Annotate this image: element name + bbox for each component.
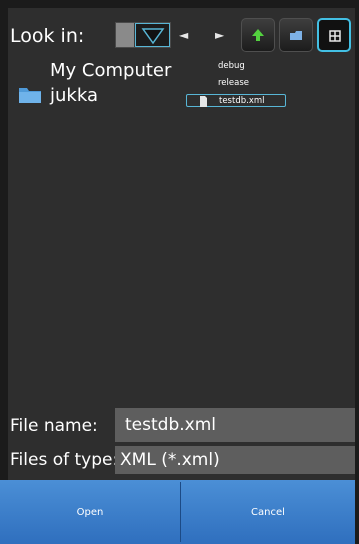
open-button[interactable]: Open (0, 480, 180, 544)
list-view-icon (329, 30, 341, 42)
folder-icon (19, 88, 41, 103)
list-item-testdb[interactable]: testdb.xml (186, 94, 286, 107)
tree-item-jukka[interactable]: jukka (18, 84, 98, 107)
dropdown-button[interactable] (135, 23, 170, 47)
file-type-select[interactable]: XML (*.xml) (115, 446, 355, 474)
tree-item-my-computer[interactable]: My Computer (50, 60, 171, 82)
action-divider (180, 482, 181, 542)
look-in-current (116, 23, 134, 47)
list-view-button[interactable] (317, 18, 351, 52)
chevron-down-icon (141, 28, 165, 45)
tree-item-label: jukka (50, 85, 98, 106)
list-item-debug[interactable]: debug (186, 60, 286, 73)
list-item-label: release (218, 78, 249, 88)
forward-button[interactable]: ► (215, 28, 224, 42)
list-item-label: testdb.xml (219, 96, 265, 106)
list-item-label: debug (218, 61, 245, 71)
file-name-input[interactable]: testdb.xml (115, 408, 355, 442)
back-button[interactable]: ◄ (179, 28, 188, 42)
files-of-type-label: Files of type: (10, 450, 119, 470)
tree-item-label: My Computer (50, 60, 172, 81)
file-dialog: Look in: ◄ ► My Computer jukka debug rel… (8, 8, 355, 544)
file-name-label: File name: (10, 416, 98, 436)
new-folder-icon (290, 31, 302, 40)
action-bar: Open Cancel (0, 480, 355, 544)
list-item-release[interactable]: release (186, 77, 286, 90)
look-in-label: Look in: (10, 25, 85, 47)
up-folder-button[interactable] (241, 18, 275, 52)
up-folder-icon (252, 29, 264, 41)
new-folder-button[interactable] (279, 18, 313, 52)
file-icon (200, 96, 207, 107)
look-in-combobox[interactable] (115, 22, 171, 48)
cancel-button[interactable]: Cancel (181, 480, 355, 544)
